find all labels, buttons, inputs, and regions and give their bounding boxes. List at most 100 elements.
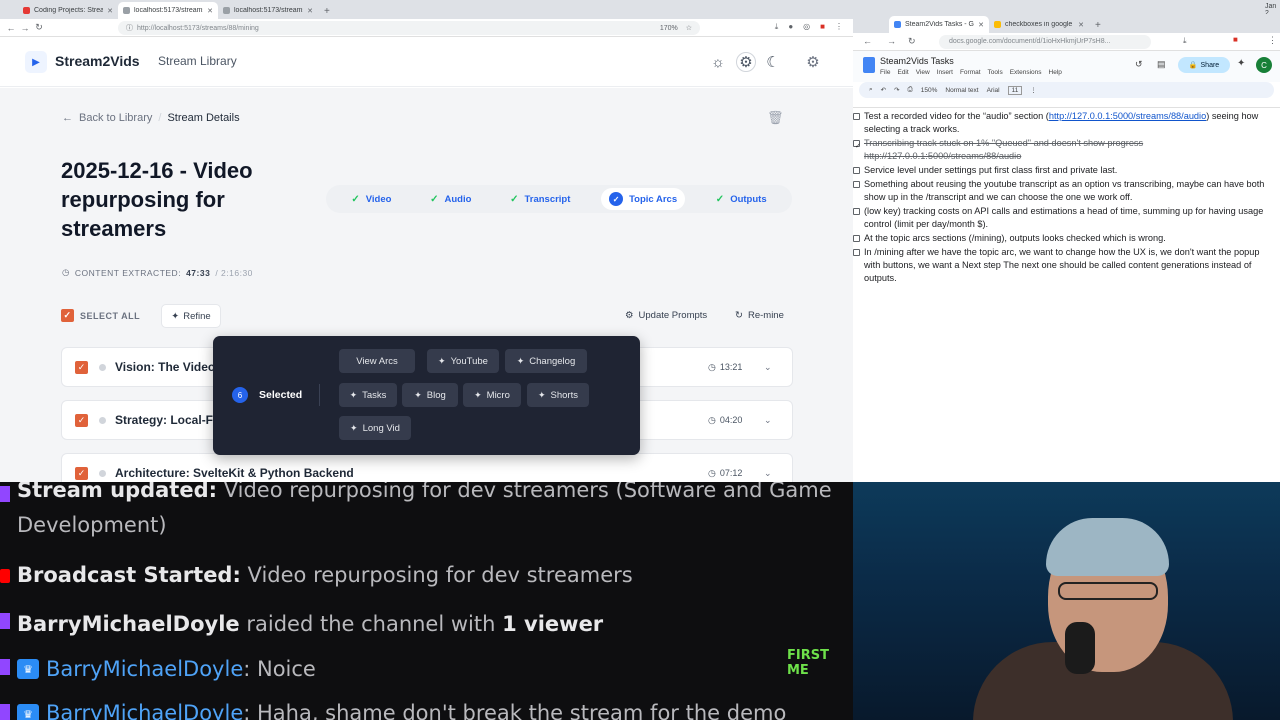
zoom-level[interactable]: 170% bbox=[660, 25, 678, 32]
extension-icon[interactable]: ◎ bbox=[803, 22, 810, 32]
bookmark-star-icon[interactable]: ☆ bbox=[686, 24, 692, 32]
sun-icon[interactable]: ☼ bbox=[708, 52, 728, 72]
remine-button[interactable]: ↻ Re-mine bbox=[735, 310, 784, 321]
arc-row[interactable]: ✓ Architecture: SvelteKit & Python Backe… bbox=[61, 453, 793, 482]
browser-tab[interactable]: localhost:5173/streams/8... ✕ bbox=[218, 2, 318, 19]
step-transcript[interactable]: ✓ Transcript bbox=[502, 190, 578, 209]
checklist-item-done[interactable]: ✓ Transcribing track stuck on 1% "Queued"… bbox=[853, 137, 1270, 163]
chevron-down-icon[interactable]: ⌄ bbox=[764, 362, 772, 373]
back-arrow-icon[interactable]: ← bbox=[863, 36, 872, 46]
item-link[interactable]: http://127.0.0.1:5000/streams/88/audio bbox=[1049, 111, 1206, 121]
extension-icon[interactable]: ■ bbox=[1233, 35, 1238, 44]
undo-icon[interactable]: ↶ bbox=[881, 86, 886, 94]
changelog-button[interactable]: ✦ Changelog bbox=[505, 349, 587, 373]
menu-edit[interactable]: Edit bbox=[897, 69, 908, 76]
play-logo-icon[interactable]: ▶ bbox=[25, 51, 47, 73]
brand-name[interactable]: Stream2Vids bbox=[55, 53, 140, 69]
font-size-input[interactable]: 11 bbox=[1007, 85, 1023, 95]
url-bar[interactable]: docs.google.com/document/d/1ioHxHkmjUrP7… bbox=[939, 35, 1151, 49]
checkbox-checked-icon[interactable]: ✓ bbox=[75, 414, 88, 427]
menu-dots-icon[interactable]: ⋮ bbox=[1268, 35, 1277, 46]
close-tab-icon[interactable]: ✕ bbox=[1078, 21, 1084, 29]
google-docs-logo-icon[interactable] bbox=[863, 57, 875, 73]
view-arcs-button[interactable]: View Arcs bbox=[339, 349, 415, 373]
youtube-button[interactable]: ✦ YouTube bbox=[427, 349, 499, 373]
share-button[interactable]: 🔒 Share bbox=[1178, 57, 1230, 73]
avatar[interactable]: C bbox=[1256, 57, 1272, 73]
chevron-down-icon[interactable]: ⌄ bbox=[764, 415, 772, 426]
auto-theme-icon[interactable]: ⚙ bbox=[736, 52, 756, 72]
step-outputs[interactable]: ✓ Outputs bbox=[708, 190, 775, 209]
checkbox-checked-icon[interactable]: ✓ bbox=[61, 309, 74, 322]
zoom-select[interactable]: 150% bbox=[921, 87, 938, 94]
download-icon[interactable]: ⤓ bbox=[1183, 36, 1187, 46]
forward-arrow-icon[interactable]: → bbox=[18, 23, 32, 33]
browser-tab-active[interactable]: Steam2Vids Tasks - Google... ✕ bbox=[889, 16, 989, 33]
menu-dots-icon[interactable]: ⋮ bbox=[835, 22, 843, 32]
browser-tab[interactable]: checkboxes in google doc... ✕ bbox=[989, 16, 1089, 33]
shorts-button[interactable]: ✦ Shorts bbox=[527, 383, 589, 407]
extension-icon[interactable]: ● bbox=[788, 22, 793, 32]
checkbox-icon[interactable] bbox=[853, 208, 860, 215]
style-select[interactable]: Normal text bbox=[945, 87, 978, 94]
document-title[interactable]: Steam2Vids Tasks bbox=[880, 56, 954, 66]
checkbox-icon[interactable] bbox=[853, 181, 860, 188]
menu-tools[interactable]: Tools bbox=[988, 69, 1003, 76]
url-bar[interactable]: ⓘ http://localhost:5173/streams/88/minin… bbox=[118, 21, 700, 35]
site-info-icon[interactable]: ⓘ bbox=[126, 23, 133, 33]
checklist-item[interactable]: At the topic arcs sections (/mining), ou… bbox=[853, 232, 1270, 245]
menu-file[interactable]: File bbox=[880, 69, 890, 76]
history-icon[interactable]: ↺ bbox=[1135, 59, 1143, 70]
item-link[interactable]: http://127.0.0.1:5000/streams/88/audio bbox=[864, 151, 1021, 161]
back-arrow-icon[interactable]: ← bbox=[62, 112, 73, 124]
menu-extensions[interactable]: Extensions bbox=[1010, 69, 1042, 76]
search-icon[interactable]: ⌕ bbox=[869, 86, 873, 94]
micro-button[interactable]: ✦ Micro bbox=[463, 383, 521, 407]
checklist-item[interactable]: In /mining after we have the topic arc, … bbox=[853, 246, 1270, 285]
checklist-item[interactable]: (low key) tracking costs on API calls an… bbox=[853, 205, 1270, 231]
new-tab-icon[interactable]: + bbox=[318, 6, 336, 19]
long-vid-button[interactable]: ✦ Long Vid bbox=[339, 416, 411, 440]
reload-icon[interactable]: ↻ bbox=[32, 22, 46, 33]
document-body[interactable]: Test a recorded video for the “audio” se… bbox=[853, 110, 1280, 482]
menu-view[interactable]: View bbox=[916, 69, 930, 76]
select-all[interactable]: ✓ SELECT ALL bbox=[61, 309, 140, 322]
browser-tab[interactable]: Coding Projects: Stream...✕ bbox=[18, 2, 118, 19]
close-tab-icon[interactable]: ✕ bbox=[207, 7, 213, 15]
update-prompts-button[interactable]: ⚙ Update Prompts bbox=[625, 310, 707, 321]
refine-button[interactable]: ✦ Refine bbox=[161, 304, 221, 328]
back-arrow-icon[interactable]: ← bbox=[4, 23, 18, 33]
checkbox-checked-icon[interactable]: ✓ bbox=[75, 361, 88, 374]
browser-tab-active[interactable]: localhost:5173/streams/8... ✕ bbox=[118, 2, 218, 19]
download-icon[interactable]: ⤓ bbox=[775, 22, 779, 32]
comment-icon[interactable]: ▤ bbox=[1157, 59, 1166, 70]
checkbox-icon[interactable] bbox=[853, 235, 860, 242]
menu-insert[interactable]: Insert bbox=[937, 69, 953, 76]
tasks-button[interactable]: ✦ Tasks bbox=[339, 383, 397, 407]
close-tab-icon[interactable]: ✕ bbox=[978, 21, 984, 29]
menu-format[interactable]: Format bbox=[960, 69, 981, 76]
close-tab-icon[interactable]: ✕ bbox=[307, 7, 313, 15]
extension-icon[interactable]: ■ bbox=[820, 22, 825, 32]
step-topic-arcs[interactable]: ✓ Topic Arcs bbox=[601, 188, 686, 210]
gemini-sparkle-icon[interactable]: ✦ bbox=[1237, 58, 1245, 69]
back-to-library-link[interactable]: Back to Library bbox=[79, 112, 152, 124]
font-select[interactable]: Arial bbox=[987, 87, 1000, 94]
forward-arrow-icon[interactable]: → bbox=[887, 36, 896, 46]
checkbox-icon[interactable] bbox=[853, 249, 860, 256]
checkbox-icon[interactable] bbox=[853, 167, 860, 174]
reload-icon[interactable]: ↻ bbox=[908, 36, 916, 47]
settings-gear-icon[interactable]: ⚙ bbox=[803, 52, 823, 72]
step-audio[interactable]: ✓ Audio bbox=[422, 190, 479, 209]
new-tab-icon[interactable]: + bbox=[1089, 20, 1107, 33]
more-icon[interactable]: ⋮ bbox=[1030, 86, 1037, 94]
checklist-item[interactable]: Service level under settings put first c… bbox=[853, 164, 1270, 177]
print-icon[interactable]: ⎙ bbox=[908, 86, 913, 94]
trash-icon[interactable]: 🗑 bbox=[767, 110, 784, 126]
redo-icon[interactable]: ↷ bbox=[894, 86, 899, 94]
chevron-down-icon[interactable]: ⌄ bbox=[764, 468, 772, 479]
checklist-item[interactable]: Test a recorded video for the “audio” se… bbox=[853, 110, 1270, 136]
checkbox-checked-icon[interactable]: ✓ bbox=[75, 467, 88, 480]
checkbox-checked-icon[interactable]: ✓ bbox=[853, 140, 861, 150]
nav-stream-library[interactable]: Stream Library bbox=[158, 54, 237, 68]
